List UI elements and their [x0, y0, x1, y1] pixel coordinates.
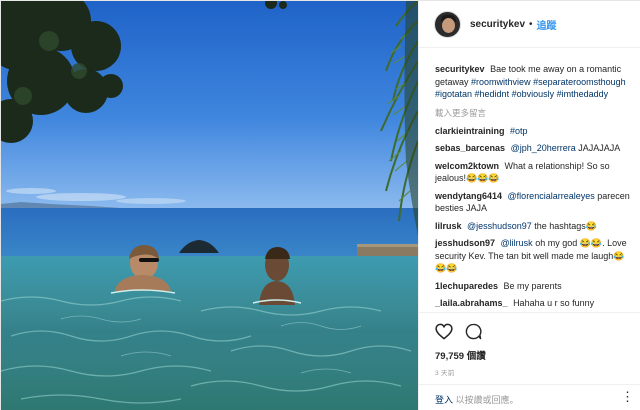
heart-icon[interactable] [435, 323, 453, 342]
comment-icon[interactable] [465, 323, 482, 342]
comment-text: Be my parents [503, 280, 562, 291]
comment-username[interactable]: lilrusk [435, 221, 462, 231]
comment-item: 1lechuparedes Be my parents [435, 280, 632, 293]
pool-photo-image [1, 1, 418, 410]
comment-mention[interactable]: @jesshudson97 [467, 221, 532, 231]
comment-username[interactable]: sebas_barcenas [435, 143, 505, 153]
login-link[interactable]: 登入 [435, 395, 453, 405]
comment-username[interactable]: wendytang6414 [435, 191, 502, 201]
comment-item: jesshudson97 @lilrusk oh my god 😂😂. Love… [435, 237, 632, 275]
comment-item: welcom2ktown What a relationship! So so … [435, 160, 632, 185]
comment-mention[interactable]: @lilrusk [501, 238, 533, 248]
post-timestamp: 3 天前 [435, 370, 455, 377]
login-bar: 登入 以按讚或回應。 ⋮ [419, 384, 640, 409]
likes-number: 79,759 [435, 351, 465, 362]
login-prompt-text: 以按讚或回應。 [455, 395, 519, 405]
post-side-panel: securitykev • 追蹤 securitykev Bae took me… [418, 1, 640, 410]
comment-mention[interactable]: @florencialarrealeyes [508, 191, 595, 201]
comment-username[interactable]: clarkieintraining [435, 126, 505, 136]
likes-suffix: 個讚 [466, 351, 486, 362]
comment-item: clarkieintraining #otp [435, 125, 632, 138]
action-icons [435, 321, 626, 343]
post-photo[interactable] [1, 1, 418, 410]
comments-list[interactable]: securitykev Bae took me away on a romant… [419, 49, 640, 311]
comment-mention[interactable]: @jph_20herrera [511, 143, 576, 153]
comment-username[interactable]: 1lechuparedes [435, 281, 498, 291]
separator-dot: • [529, 18, 533, 30]
avatar-face [442, 17, 455, 33]
avatar[interactable] [434, 10, 461, 38]
comment-username[interactable]: welcom2ktown [435, 161, 499, 171]
comment-text: JAJAJAJA [578, 143, 621, 153]
comment-item: wendytang6414 @florencialarrealeyes pare… [435, 190, 632, 215]
username-link[interactable]: securitykev [470, 19, 525, 30]
comment-item: _laila.abrahams_ Hahaha u r so funny [435, 297, 632, 310]
caption: securitykev Bae took me away on a romant… [435, 63, 632, 101]
caption-username[interactable]: securitykev [435, 64, 485, 74]
post-header: securitykev • 追蹤 [419, 1, 640, 48]
instagram-post-modal: securitykev • 追蹤 securitykev Bae took me… [0, 0, 640, 410]
follow-button[interactable]: 追蹤 [537, 17, 557, 32]
comment-item: lilrusk @jesshudson97 the hashtags😂 [435, 220, 632, 233]
comment-hashtag[interactable]: #otp [510, 126, 528, 136]
comment-text: Hahaha u r so funny [513, 298, 595, 308]
comment-item: sebas_barcenas @jph_20herrera JAJAJAJA [435, 142, 632, 155]
post-actions: 79,759 個讚 3 天前 登入 以按讚或回應。 ⋮ [419, 312, 640, 408]
more-options-icon[interactable]: ⋮ [621, 389, 634, 405]
comment-text: the hashtags😂 [534, 220, 597, 231]
comment-username[interactable]: jesshudson97 [435, 238, 495, 248]
comment-username[interactable]: _laila.abrahams_ [435, 298, 508, 308]
likes-count[interactable]: 79,759 個讚 [435, 348, 626, 362]
load-more-comments[interactable]: 載入更多留言 [435, 107, 632, 119]
